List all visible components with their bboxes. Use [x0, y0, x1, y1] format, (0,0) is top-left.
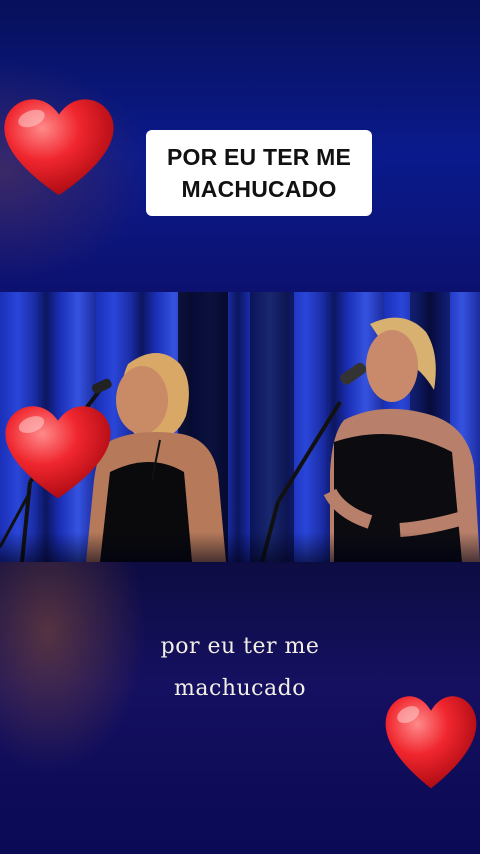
stage-floor-shade: [0, 532, 480, 562]
video-frame: POR EU TER ME MACHUCADO por eu ter me ma…: [0, 0, 480, 854]
heart-icon: [4, 99, 114, 196]
heart-icon: [5, 406, 111, 499]
heart-icon: [385, 696, 477, 789]
top-caption-line-2: MACHUCADO: [181, 176, 337, 202]
lyrics-line-1: por eu ter me: [160, 634, 320, 659]
top-caption: POR EU TER ME MACHUCADO: [146, 130, 372, 216]
top-caption-line-1: POR EU TER ME: [166, 144, 352, 170]
singer-right: [323, 317, 480, 562]
